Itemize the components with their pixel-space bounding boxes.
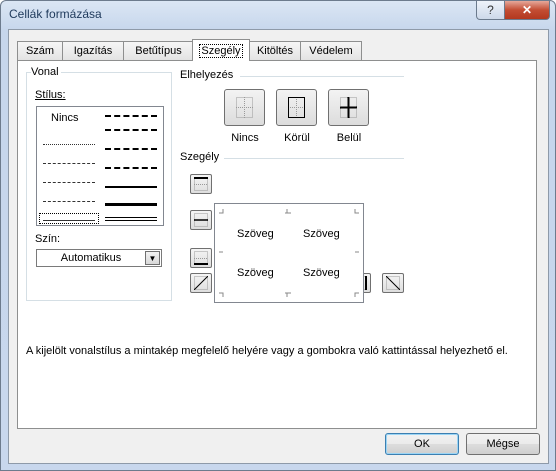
tab-igazitas[interactable]: Igazítás bbox=[62, 41, 124, 60]
ok-button[interactable]: OK bbox=[385, 433, 459, 455]
cancel-button[interactable]: Mégse bbox=[466, 433, 540, 455]
dialog-client: Szám Igazítás Betűtípus Szegély Kitöltés… bbox=[8, 29, 549, 464]
preset-inside-label: Belül bbox=[336, 132, 362, 144]
preview-text: Szöveg bbox=[303, 267, 340, 279]
tab-szam[interactable]: Szám bbox=[17, 41, 63, 60]
preset-none-button[interactable] bbox=[224, 89, 265, 126]
dialog-window: Cellák formázása ? ✕ Szám Igazítás Betűt… bbox=[0, 0, 556, 471]
line-style-hair[interactable] bbox=[43, 144, 95, 145]
preview-corner-marks bbox=[219, 209, 359, 297]
line-style-medium[interactable] bbox=[105, 186, 157, 188]
line-style-double[interactable] bbox=[105, 217, 157, 221]
line-style-slanted-dashdot[interactable] bbox=[105, 129, 157, 131]
border-bottom-button[interactable] bbox=[190, 248, 212, 268]
help-button[interactable]: ? bbox=[476, 1, 505, 20]
preset-none-label: Nincs bbox=[231, 132, 259, 144]
tab-kitoltes[interactable]: Kitöltés bbox=[249, 41, 301, 60]
close-button[interactable]: ✕ bbox=[504, 1, 550, 20]
border-none-icon bbox=[236, 97, 253, 118]
border-title: Szegély bbox=[180, 151, 222, 163]
chevron-down-icon[interactable]: ▼ bbox=[145, 251, 160, 265]
window-title: Cellák formázása bbox=[9, 7, 102, 21]
preview-text: Szöveg bbox=[237, 228, 274, 240]
line-style-none[interactable]: Nincs bbox=[51, 112, 79, 124]
line-style-medium-dashdotdot[interactable] bbox=[105, 115, 157, 117]
line-style-dashdotdot[interactable] bbox=[43, 182, 95, 183]
tab-vedelem[interactable]: Védelem bbox=[300, 41, 362, 60]
line-style-dashdot[interactable] bbox=[43, 201, 95, 202]
line-style-list[interactable]: Nincs bbox=[36, 106, 164, 226]
border-top-icon bbox=[194, 177, 208, 191]
tab-betutipus[interactable]: Betűtípus bbox=[123, 41, 194, 60]
border-top-button[interactable] bbox=[190, 174, 212, 194]
border-diagonal-down-button[interactable] bbox=[382, 273, 404, 293]
preset-outline-label: Körül bbox=[284, 132, 310, 144]
border-inside-icon bbox=[340, 97, 357, 118]
color-dropdown-value: Automatikus bbox=[60, 252, 122, 264]
line-style-medium-dashdot[interactable] bbox=[105, 148, 157, 150]
preset-outline-button[interactable] bbox=[276, 89, 317, 126]
line-style-thick[interactable] bbox=[105, 203, 157, 206]
color-label: Szín: bbox=[35, 233, 63, 245]
line-group-title: Vonal bbox=[31, 66, 61, 78]
info-text: A kijelölt vonalstílus a mintakép megfel… bbox=[26, 345, 508, 357]
line-group: Vonal Stílus: Nincs Szín: Automatikus ▼ bbox=[26, 66, 172, 301]
border-outline-icon bbox=[288, 97, 305, 118]
color-dropdown[interactable]: Automatikus ▼ bbox=[36, 249, 162, 267]
border-tab-panel: Vonal Stílus: Nincs Szín: Automatikus ▼ … bbox=[17, 60, 537, 429]
presets-separator bbox=[240, 76, 404, 77]
border-middle-horizontal-button[interactable] bbox=[190, 210, 212, 230]
border-horizontal-icon bbox=[194, 213, 208, 227]
border-preview[interactable]: Szöveg Szöveg Szöveg Szöveg bbox=[214, 203, 364, 303]
diagonal-up-icon bbox=[194, 276, 208, 290]
border-diagonal-up-button[interactable] bbox=[190, 273, 212, 293]
preview-text: Szöveg bbox=[237, 267, 274, 279]
selected-style-focus bbox=[39, 213, 99, 224]
tab-szegely[interactable]: Szegély bbox=[192, 39, 250, 61]
line-style-medium-dashed[interactable] bbox=[105, 167, 157, 169]
style-label: Stílus: bbox=[35, 89, 68, 101]
line-style-dotted[interactable] bbox=[43, 163, 95, 164]
border-bottom-icon bbox=[194, 251, 208, 265]
diagonal-down-icon bbox=[386, 276, 400, 290]
presets-title: Elhelyezés bbox=[180, 69, 236, 81]
preview-text: Szöveg bbox=[303, 228, 340, 240]
border-separator bbox=[224, 158, 404, 159]
preset-inside-button[interactable] bbox=[328, 89, 369, 126]
